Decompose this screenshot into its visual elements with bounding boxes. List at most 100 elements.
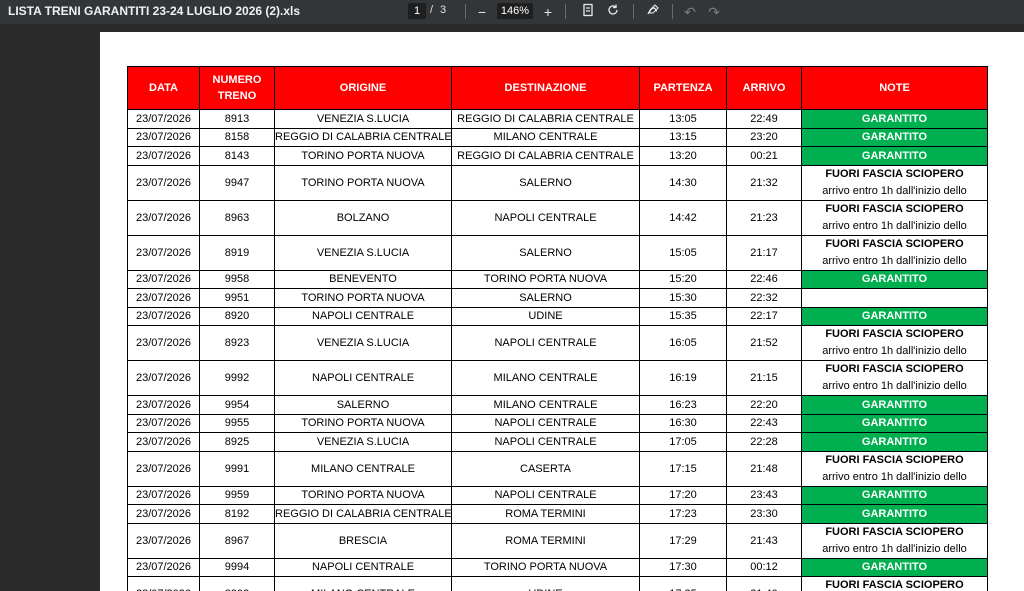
cell-destinazione: NAPOLI CENTRALE xyxy=(451,325,640,361)
zoom-level-input[interactable]: 146% xyxy=(497,3,533,19)
cell-arrivo: 23:30 xyxy=(726,504,802,524)
cell-destinazione: REGGIO DI CALABRIA CENTRALE xyxy=(451,146,640,166)
cell-numero-treno: 9992 xyxy=(199,360,275,396)
toolbar-divider xyxy=(565,4,566,19)
table-row: 23/07/2026 8913 VENEZIA S.LUCIA REGGIO DI C… xyxy=(127,109,988,129)
cell-arrivo: 22:32 xyxy=(726,288,802,308)
cell-destinazione: SALERNO xyxy=(451,288,640,308)
table-row: 23/07/2026 9954 SALERNO MILANO CENTRALE 16:2… xyxy=(127,395,988,415)
cell-origine: BENEVENTO xyxy=(274,269,452,289)
cell-partenza: 13:20 xyxy=(639,146,727,166)
header-numero-line1: NUMERO xyxy=(212,74,262,86)
cell-origine: REGGIO DI CALABRIA CENTRALE xyxy=(274,504,452,524)
note-fuori-detail: arrivo entro 1h dall'inizio dello xyxy=(822,254,967,267)
cell-destinazione: SALERNO xyxy=(451,164,640,201)
cell-partenza: 14:42 xyxy=(639,199,727,236)
note-fuori-fascia: FUORI FASCIA SCIOPERO arrivo entro 1h dal… xyxy=(801,164,988,201)
cell-partenza: 14:30 xyxy=(639,164,727,201)
note-garantito: GARANTITO xyxy=(801,557,988,577)
note-garantito: GARANTITO xyxy=(801,413,988,433)
note-garantito: GARANTITO xyxy=(801,395,988,415)
cell-origine: REGGIO DI CALABRIA CENTRALE xyxy=(274,127,452,147)
cell-origine: VENEZIA S.LUCIA xyxy=(274,109,452,129)
cell-data: 23/07/2026 xyxy=(127,234,200,271)
cell-arrivo: 22:17 xyxy=(726,306,802,326)
cell-data: 23/07/2026 xyxy=(127,325,200,361)
cell-data: 23/07/2026 xyxy=(127,504,200,524)
cell-destinazione: ROMA TERMINI xyxy=(451,522,640,559)
fit-page-icon[interactable] xyxy=(578,2,598,22)
header-arrivo: ARRIVO xyxy=(726,66,802,110)
note-garantito: GARANTITO xyxy=(801,109,988,129)
cell-destinazione: MILANO CENTRALE xyxy=(451,395,640,415)
note-garantito: GARANTITO xyxy=(801,485,988,505)
table-row: 23/07/2026 9951 TORINO PORTA NUOVA SALERNO 1… xyxy=(127,288,988,308)
cell-destinazione: NAPOLI CENTRALE xyxy=(451,432,640,452)
cell-destinazione: NAPOLI CENTRALE xyxy=(451,485,640,505)
cell-data: 23/07/2026 xyxy=(127,557,200,577)
cell-numero-treno: 8967 xyxy=(199,522,275,559)
header-data: DATA xyxy=(127,66,200,110)
note-fuori-title: FUORI FASCIA SCIOPERO xyxy=(825,363,964,375)
cell-data: 23/07/2026 xyxy=(127,485,200,505)
cell-partenza: 17:35 xyxy=(639,576,727,591)
cell-arrivo: 00:12 xyxy=(726,557,802,577)
header-numero-treno: NUMERO TRENO xyxy=(199,66,275,110)
document-title: LISTA TRENI GARANTITI 23-24 LUGLIO 2026 … xyxy=(8,4,301,18)
page-number-input[interactable]: 1 xyxy=(408,3,426,19)
note-fuori-title: FUORI FASCIA SCIOPERO xyxy=(825,167,964,180)
cell-partenza: 17:30 xyxy=(639,557,727,577)
cell-arrivo: 21:32 xyxy=(726,164,802,201)
cell-arrivo: 22:28 xyxy=(726,432,802,452)
header-origine: ORIGINE xyxy=(274,66,452,110)
toolbar-divider xyxy=(465,4,466,19)
table-row: 23/07/2026 8192 REGGIO DI CALABRIA CENTRAL… xyxy=(127,504,988,524)
undo-icon[interactable]: ↶ xyxy=(680,2,700,22)
cell-numero-treno: 8192 xyxy=(199,504,275,524)
note-fuori-title: FUORI FASCIA SCIOPERO xyxy=(825,328,964,340)
note-garantito: GARANTITO xyxy=(801,432,988,452)
cell-arrivo: 23:20 xyxy=(726,127,802,147)
minus-icon[interactable]: − xyxy=(472,2,492,22)
cell-numero-treno: 9958 xyxy=(199,269,275,289)
note-garantito: GARANTITO xyxy=(801,306,988,326)
cell-destinazione: UDINE xyxy=(451,306,640,326)
pdf-toolbar: LISTA TRENI GARANTITI 23-24 LUGLIO 2026 … xyxy=(0,0,1024,24)
cell-partenza: 15:35 xyxy=(639,306,727,326)
note-empty xyxy=(801,288,988,308)
table-row: 23/07/2026 8967 BRESCIA ROMA TERMINI 17:29 21… xyxy=(127,522,988,559)
table-row: 23/07/2026 8923 VENEZIA S.LUCIA NAPOLI CENT… xyxy=(127,325,988,361)
cell-numero-treno: 8143 xyxy=(199,146,275,166)
cell-origine: VENEZIA S.LUCIA xyxy=(274,325,452,361)
cell-origine: TORINO PORTA NUOVA xyxy=(274,288,452,308)
rotate-icon[interactable] xyxy=(603,2,623,22)
cell-partenza: 17:20 xyxy=(639,485,727,505)
cell-destinazione: REGGIO DI CALABRIA CENTRALE xyxy=(451,109,640,129)
table-row: 23/07/2026 8963 BOLZANO NAPOLI CENTRALE 14:4… xyxy=(127,199,988,236)
toolbar-divider xyxy=(672,4,673,19)
table-row: 23/07/2026 9991 MILANO CENTRALE CASERTA 17:1… xyxy=(127,450,988,487)
note-fuori-detail: arrivo entro 1h dall'inizio dello xyxy=(822,184,967,197)
cell-data: 23/07/2026 xyxy=(127,450,200,487)
cell-destinazione: ROMA TERMINI xyxy=(451,504,640,524)
cell-numero-treno: 9991 xyxy=(199,450,275,487)
cell-origine: VENEZIA S.LUCIA xyxy=(274,432,452,452)
cell-arrivo: 22:43 xyxy=(726,413,802,433)
cell-data: 23/07/2026 xyxy=(127,360,200,396)
cell-origine: NAPOLI CENTRALE xyxy=(274,306,452,326)
note-fuori-fascia: FUORI FASCIA SCIOPERO arrivo entro 1h dal… xyxy=(801,325,988,361)
header-destinazione: DESTINAZIONE xyxy=(451,66,640,110)
cell-arrivo: 21:52 xyxy=(726,325,802,361)
pen-icon[interactable] xyxy=(643,2,663,22)
note-garantito: GARANTITO xyxy=(801,127,988,147)
table-row: 23/07/2026 9994 NAPOLI CENTRALE TORINO PORT… xyxy=(127,557,988,577)
cell-origine: MILANO CENTRALE xyxy=(274,450,452,487)
cell-destinazione: TORINO PORTA NUOVA xyxy=(451,269,640,289)
note-garantito: GARANTITO xyxy=(801,504,988,524)
cell-origine: TORINO PORTA NUOVA xyxy=(274,146,452,166)
plus-icon[interactable]: + xyxy=(538,2,558,22)
cell-origine: NAPOLI CENTRALE xyxy=(274,557,452,577)
table-header-row: DATA NUMERO TRENO ORIGINE DESTINAZIONE PA… xyxy=(127,66,988,110)
table-row: 23/07/2026 9955 TORINO PORTA NUOVA NAPOLI C… xyxy=(127,413,988,433)
redo-icon[interactable]: ↷ xyxy=(704,2,724,22)
